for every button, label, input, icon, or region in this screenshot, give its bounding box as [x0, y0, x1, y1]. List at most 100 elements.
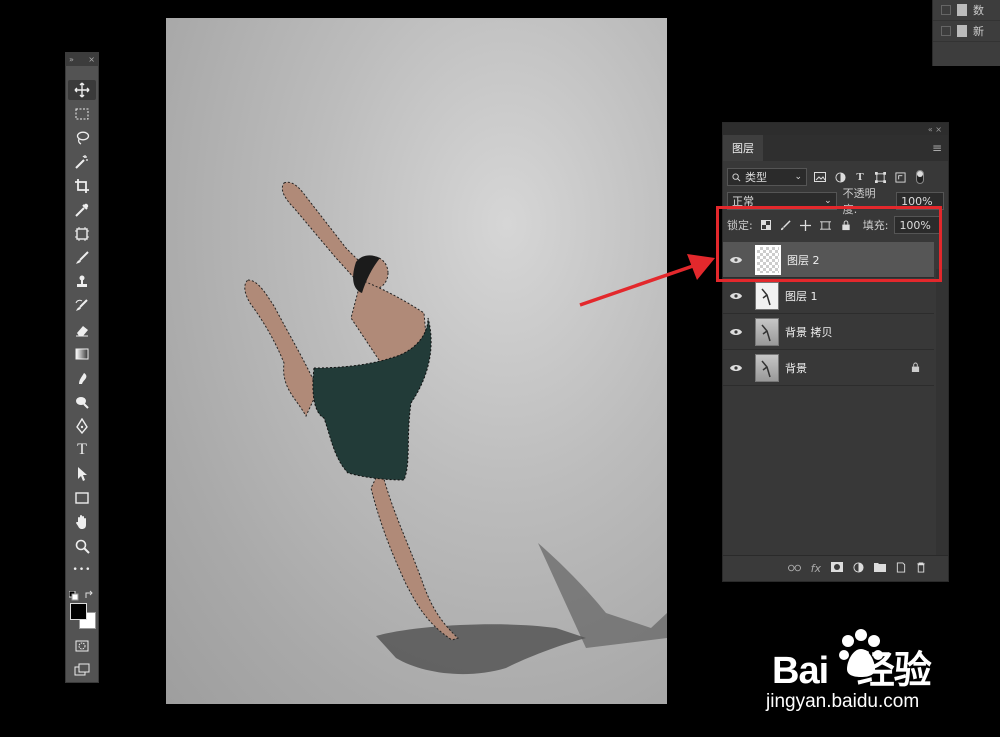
history-item-label: 数	[973, 4, 984, 17]
layer-thumbnail	[755, 317, 779, 346]
smudge-tool[interactable]	[68, 368, 96, 388]
close-icon[interactable]: ×	[88, 55, 95, 64]
stamp-icon	[77, 275, 87, 287]
path-select-tool[interactable]	[68, 464, 96, 484]
history-brush-tool[interactable]	[68, 296, 96, 316]
checkbox-icon[interactable]	[941, 5, 951, 15]
link-layers-icon[interactable]	[787, 562, 801, 575]
baidu-watermark: Bai 经验 jingyan.baidu.com	[764, 627, 964, 717]
document-icon	[957, 4, 967, 16]
history-item[interactable]: 数	[933, 0, 1000, 21]
panel-menu-icon[interactable]: ≡	[932, 135, 948, 161]
layers-panel: « × 图层 ≡ 类型 ⌄ T 正常 ⌄ 不透明度: 100% 锁定: 填充: …	[722, 122, 949, 582]
history-item-label: 新	[973, 25, 984, 38]
new-group-icon[interactable]	[874, 562, 886, 575]
zoom-icon	[75, 539, 90, 554]
eye-icon[interactable]	[723, 364, 749, 372]
layer-thumbnail	[755, 281, 779, 310]
layer-thumbnail	[755, 353, 779, 382]
add-mask-icon[interactable]	[831, 562, 843, 575]
magic-wand-icon	[75, 155, 88, 169]
more-icon: •••	[72, 565, 92, 575]
fx-icon[interactable]: fx	[811, 562, 821, 575]
foreground-color-swatch[interactable]	[70, 603, 87, 620]
eye-icon[interactable]	[723, 328, 749, 336]
history-panel-peek: 数 新	[932, 0, 1000, 66]
gradient-icon	[75, 348, 89, 360]
type-icon: T	[77, 441, 87, 458]
more-tools[interactable]: •••	[68, 560, 96, 580]
marquee-tool[interactable]	[68, 104, 96, 124]
layer-name[interactable]: 背景 拷贝	[785, 324, 934, 340]
rectangle-tool[interactable]	[68, 488, 96, 508]
screen-mode-icon	[74, 663, 90, 676]
layers-panel-footer: fx	[723, 555, 948, 581]
gradient-tool[interactable]	[68, 344, 96, 364]
eyedropper-tool[interactable]	[68, 200, 96, 220]
layers-scrollbar[interactable]	[936, 269, 948, 555]
default-colors-icon[interactable]	[68, 586, 79, 601]
lock-icon	[911, 358, 920, 377]
marquee-icon	[75, 108, 89, 120]
type-filter-icon[interactable]: T	[853, 170, 867, 184]
history-brush-icon	[75, 299, 88, 311]
stamp-tool[interactable]	[68, 272, 96, 292]
dodge-icon	[76, 397, 89, 409]
tools-panel-header: » ×	[65, 52, 99, 66]
layer-row[interactable]: 背景 拷贝	[723, 314, 934, 350]
search-icon	[732, 172, 741, 181]
lasso-tool[interactable]	[68, 128, 96, 148]
type-tool[interactable]: T	[68, 440, 96, 460]
panel-tabs: 图层 ≡	[723, 135, 948, 161]
adjustment-filter-icon[interactable]	[833, 170, 847, 184]
quick-mask-button[interactable]	[68, 636, 96, 656]
zoom-tool[interactable]	[68, 536, 96, 556]
pen-tool[interactable]	[68, 416, 96, 436]
brush-tool[interactable]	[68, 248, 96, 268]
eyedropper-icon	[75, 203, 89, 217]
quick-mask-icon	[75, 640, 89, 652]
lasso-icon	[76, 131, 90, 145]
swap-colors-icon[interactable]	[84, 585, 94, 598]
tab-layers[interactable]: 图层	[723, 135, 763, 161]
history-item[interactable]: 新	[933, 21, 1000, 42]
dodge-tool[interactable]	[68, 392, 96, 412]
annotation-arrow	[579, 254, 715, 307]
eye-icon[interactable]	[723, 292, 749, 300]
document-icon	[957, 25, 967, 37]
frame-tool[interactable]	[68, 224, 96, 244]
filter-row: 类型 ⌄ T	[723, 165, 948, 189]
eraser-tool[interactable]	[68, 320, 96, 340]
checkbox-icon[interactable]	[941, 26, 951, 36]
layer-name[interactable]: 背景	[785, 360, 911, 376]
hand-tool[interactable]	[68, 512, 96, 532]
shape-filter-icon[interactable]	[873, 170, 887, 184]
pixel-filter-icon[interactable]	[813, 170, 827, 184]
layer-row[interactable]: 图层 1	[723, 278, 934, 314]
move-icon	[74, 82, 90, 98]
smart-object-filter-icon[interactable]	[893, 170, 907, 184]
watermark-logo-text: Bai 经验	[772, 650, 932, 692]
filter-type-select[interactable]: 类型 ⌄	[727, 168, 807, 186]
brush-icon	[76, 251, 89, 264]
hand-icon	[76, 515, 86, 529]
crop-tool[interactable]	[68, 176, 96, 196]
collapse-close-icons[interactable]: « ×	[928, 125, 942, 134]
crop-icon	[75, 179, 89, 193]
document-canvas[interactable]	[166, 18, 667, 704]
trash-icon[interactable]	[916, 561, 926, 576]
collapse-icon[interactable]: »	[69, 55, 74, 64]
adjustment-layer-icon[interactable]	[853, 561, 864, 576]
new-layer-icon[interactable]	[896, 561, 906, 576]
chevron-down-icon: ⌄	[824, 196, 832, 206]
magic-wand-tool[interactable]	[68, 152, 96, 172]
watermark-url: jingyan.baidu.com	[766, 691, 920, 712]
tools-panel: » × T •••	[65, 52, 99, 683]
move-tool[interactable]	[68, 80, 96, 100]
frame-icon	[75, 227, 89, 241]
layer-name[interactable]: 图层 1	[785, 288, 934, 304]
dancer-photo	[244, 181, 667, 675]
filter-toggle-icon[interactable]	[913, 170, 927, 184]
layer-row[interactable]: 背景	[723, 350, 934, 386]
screen-mode-button[interactable]	[68, 660, 96, 680]
